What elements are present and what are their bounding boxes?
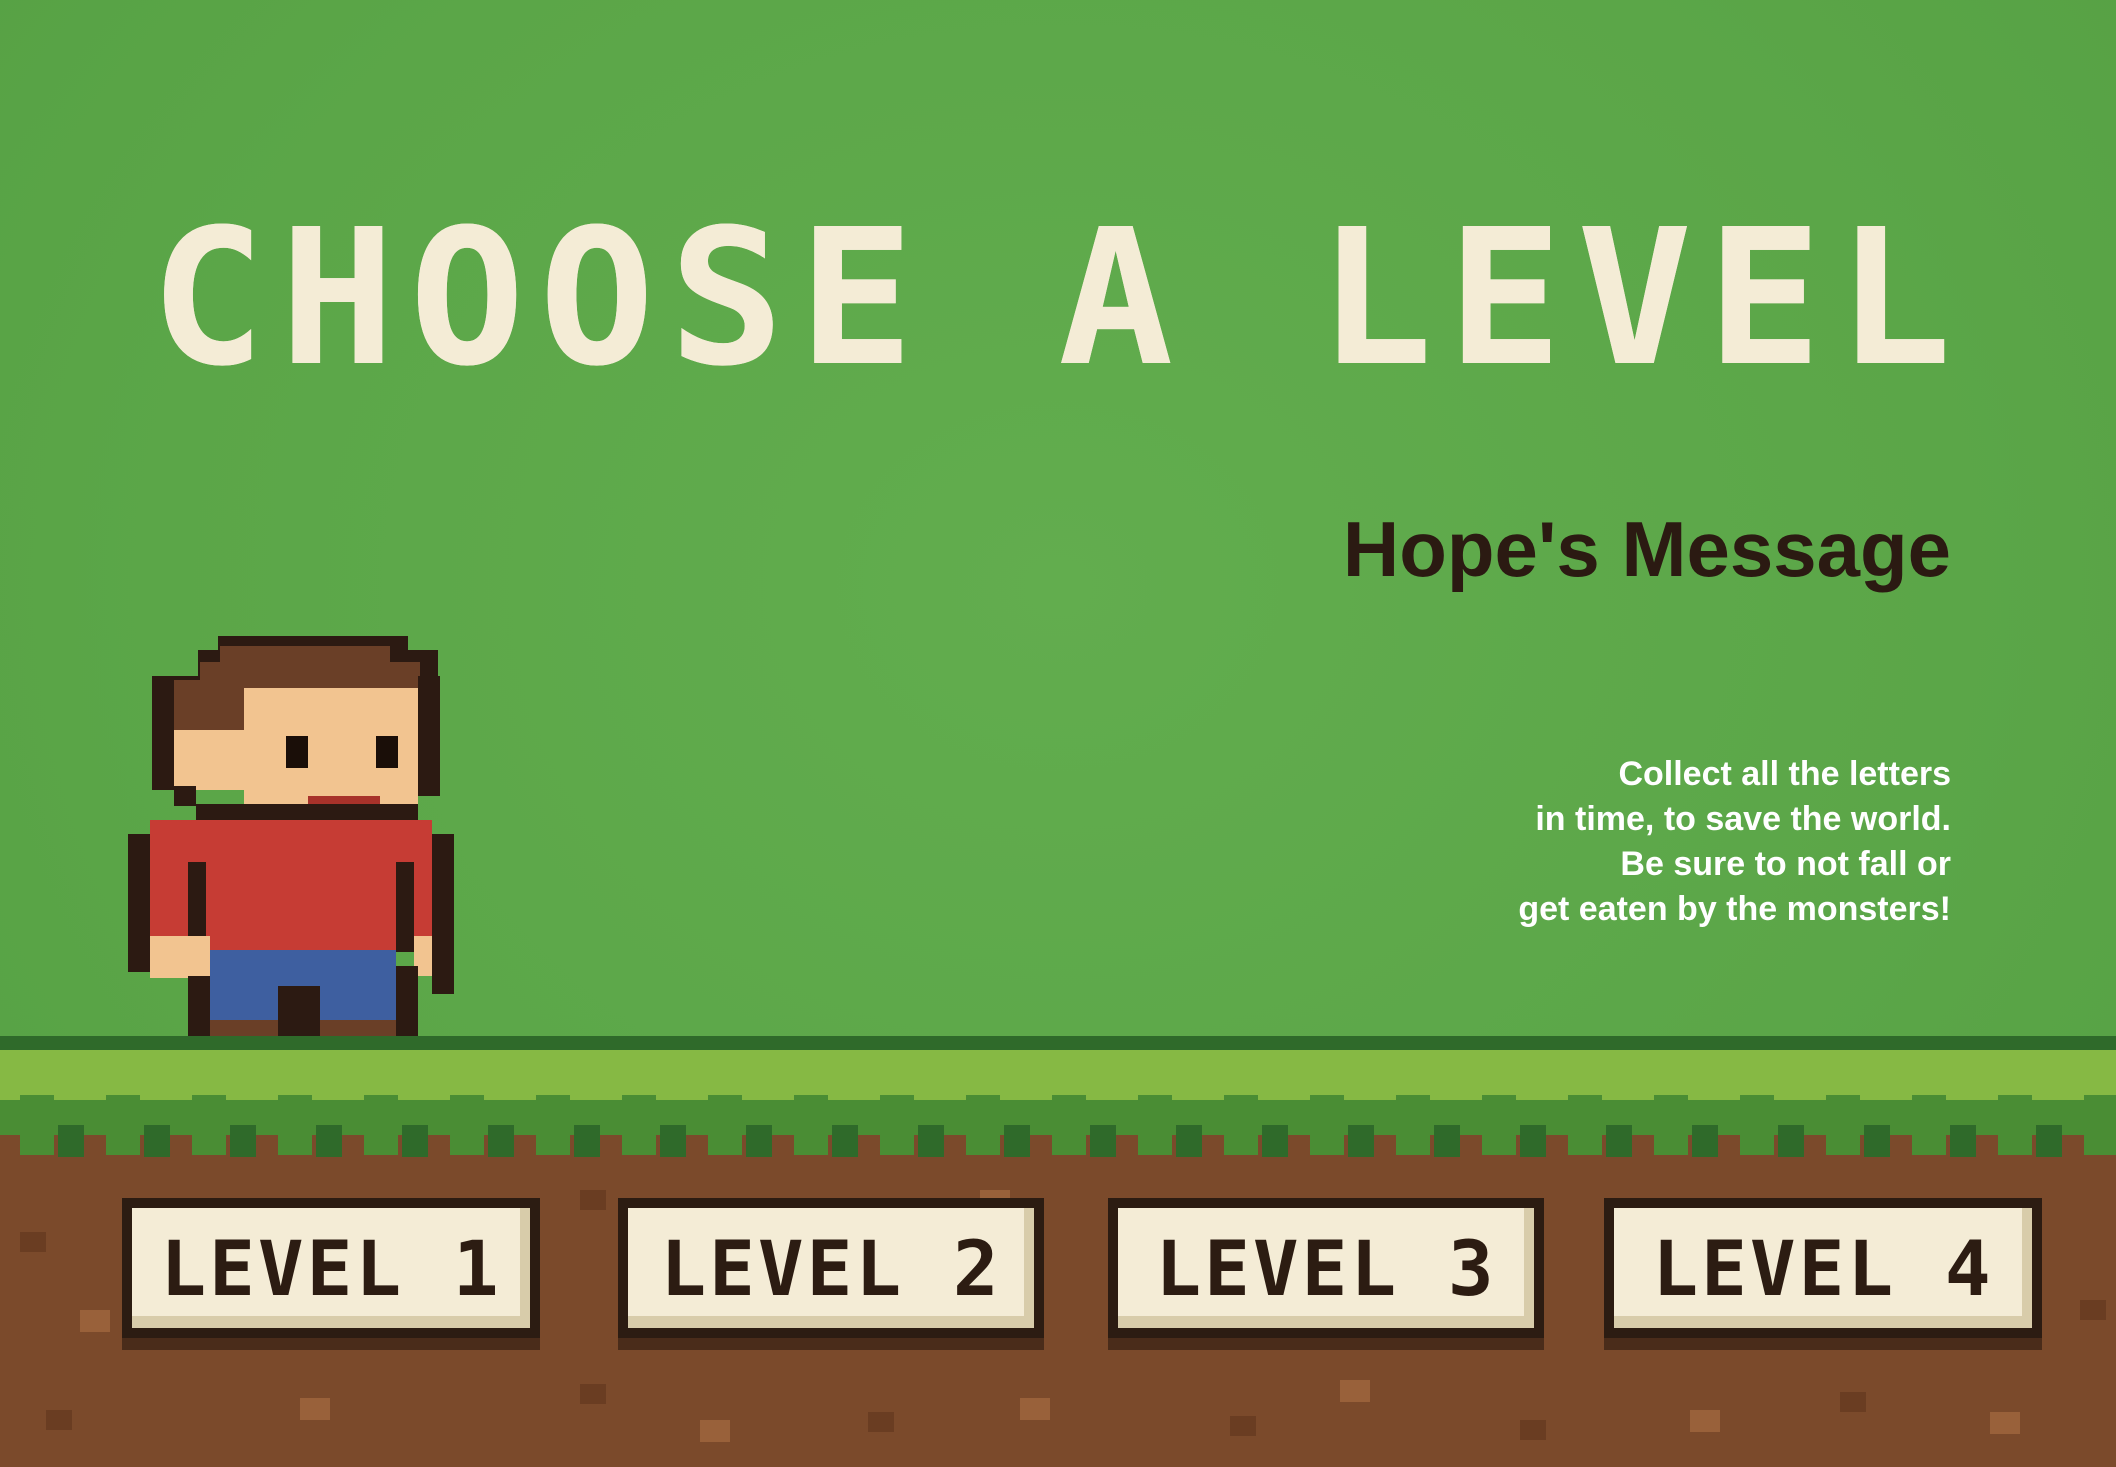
level-select-screen: CHOOSE A LEVEL Hope's Message Collect al…: [0, 0, 2116, 1467]
grass-drip: [316, 1125, 342, 1157]
grass-drip: [488, 1125, 514, 1157]
grass-drip: [1004, 1125, 1030, 1157]
grass-drip: [1864, 1125, 1890, 1157]
grass-drip: [192, 1095, 226, 1155]
grass-drip: [794, 1095, 828, 1155]
grass-drip: [278, 1095, 312, 1155]
grass-drip: [1348, 1125, 1374, 1157]
dirt-speck: [300, 1398, 330, 1420]
level-2-button[interactable]: LEVEL 2: [618, 1198, 1044, 1338]
dirt-speck: [1230, 1416, 1256, 1436]
level-1-button[interactable]: LEVEL 1: [122, 1198, 540, 1338]
grass-drip: [106, 1095, 140, 1155]
dirt-speck: [1990, 1412, 2020, 1434]
grass-drip: [1692, 1125, 1718, 1157]
grass-drip: [1310, 1095, 1344, 1155]
grass-drip: [1176, 1125, 1202, 1157]
message-heading: Hope's Message: [1342, 505, 1951, 593]
ground-edge: [0, 1036, 2116, 1050]
grass-drip: [402, 1125, 428, 1157]
dirt-speck: [1340, 1380, 1370, 1402]
grass-drip: [144, 1125, 170, 1157]
level-4-button[interactable]: LEVEL 4: [1604, 1198, 2042, 1338]
dirt-speck: [1690, 1410, 1720, 1432]
grass-drip: [230, 1125, 256, 1157]
grass-drip: [20, 1095, 54, 1155]
grass-drip: [622, 1095, 656, 1155]
dirt-speck: [580, 1190, 606, 1210]
grass-drip: [1950, 1125, 1976, 1157]
grass-drip: [364, 1095, 398, 1155]
page-title: CHOOSE A LEVEL: [149, 189, 1967, 408]
grass-drip: [1778, 1125, 1804, 1157]
grass-drip: [1520, 1125, 1546, 1157]
grass-drip: [1740, 1095, 1774, 1155]
grass-drip: [1568, 1095, 1602, 1155]
dirt-speck: [1520, 1420, 1546, 1440]
dirt-speck: [2080, 1300, 2106, 1320]
grass-drip: [1912, 1095, 1946, 1155]
dirt-speck: [46, 1410, 72, 1430]
grass-drip: [2036, 1125, 2062, 1157]
grass-drip: [966, 1095, 1000, 1155]
grass-drip: [1434, 1125, 1460, 1157]
grass-drip: [1826, 1095, 1860, 1155]
message-line: Collect all the letters: [1618, 755, 1951, 793]
dirt-speck: [1840, 1392, 1866, 1412]
dirt-speck: [700, 1420, 730, 1442]
grass-drip: [880, 1095, 914, 1155]
grass-drip: [450, 1095, 484, 1155]
grass-drip: [1052, 1095, 1086, 1155]
message-body: Collect all the letters in time, to save…: [1391, 752, 1951, 932]
grass-drip: [746, 1125, 772, 1157]
message-line: Be sure to not fall or: [1620, 845, 1951, 883]
grass-drip: [536, 1095, 570, 1155]
grass-drip: [660, 1125, 686, 1157]
message-line: get eaten by the monsters!: [1518, 890, 1951, 928]
message-line: in time, to save the world.: [1535, 800, 1951, 838]
grass-drip: [708, 1095, 742, 1155]
grass-drip: [1396, 1095, 1430, 1155]
grass-drip: [2084, 1095, 2116, 1155]
grass-drip: [1090, 1125, 1116, 1157]
dirt-speck: [80, 1310, 110, 1332]
dirt-speck: [20, 1232, 46, 1252]
grass-drip: [1224, 1095, 1258, 1155]
grass-drip: [1262, 1125, 1288, 1157]
grass-drip: [1482, 1095, 1516, 1155]
grass-drip: [1654, 1095, 1688, 1155]
player-character-icon: [128, 636, 454, 1052]
grass-drip: [1998, 1095, 2032, 1155]
level-3-button[interactable]: LEVEL 3: [1108, 1198, 1544, 1338]
grass-drip: [58, 1125, 84, 1157]
grass-drip: [574, 1125, 600, 1157]
grass-drip: [918, 1125, 944, 1157]
grass-drip: [1138, 1095, 1172, 1155]
grass-drip: [1606, 1125, 1632, 1157]
dirt-speck: [1020, 1398, 1050, 1420]
dirt-speck: [580, 1384, 606, 1404]
grass-drip: [832, 1125, 858, 1157]
dirt-speck: [868, 1412, 894, 1432]
